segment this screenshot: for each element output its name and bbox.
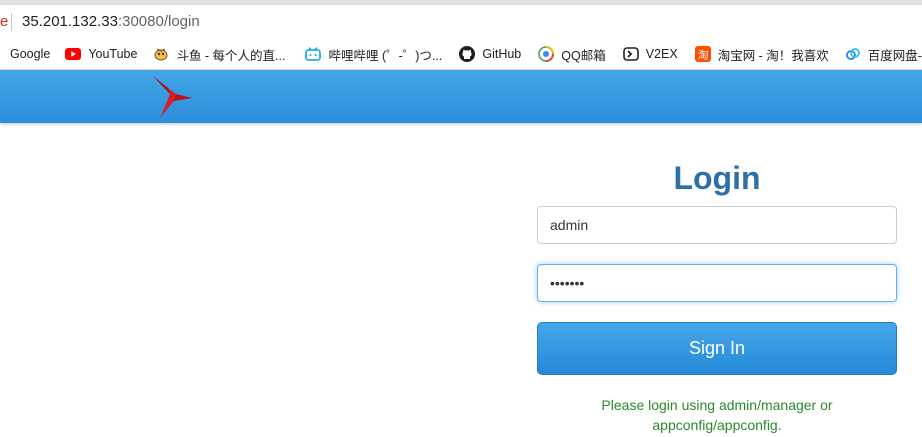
bookmark-bilibili[interactable]: 哔哩哔哩 (゜-゜)つ... xyxy=(305,39,443,69)
bookmark-google[interactable]: Google xyxy=(10,39,51,69)
baidu-pan-icon xyxy=(845,46,861,62)
security-indicator[interactable]: e xyxy=(0,13,8,30)
address-divider xyxy=(11,13,12,31)
taobao-icon: 淘 xyxy=(694,46,711,62)
bookmark-label: 斗鱼 - 每个人的直... xyxy=(176,48,286,63)
qqmail-icon xyxy=(538,46,555,62)
bookmark-label: 哔哩哔哩 (゜-゜)つ... xyxy=(328,48,443,63)
address-url[interactable]: 35.201.132.33:30080/login xyxy=(22,13,200,30)
bird-logo-icon[interactable] xyxy=(148,74,194,120)
bookmark-label: 百度网盘- xyxy=(867,48,922,63)
address-port-path: :30080/login xyxy=(117,13,200,30)
bookmark-qqmail[interactable]: QQ邮箱 xyxy=(538,39,606,69)
sign-in-button[interactable]: Sign In xyxy=(537,322,897,375)
douyu-icon xyxy=(153,46,169,62)
app-header xyxy=(0,70,922,123)
password-input[interactable]: ••••••• xyxy=(537,264,897,302)
bookmark-label: YouTube xyxy=(88,47,138,61)
login-title: Login xyxy=(673,160,761,196)
svg-text:淘: 淘 xyxy=(697,49,708,62)
username-input[interactable]: admin xyxy=(537,206,897,244)
youtube-icon xyxy=(65,46,82,62)
bookmark-douyu[interactable]: 斗鱼 - 每个人的直... xyxy=(153,39,286,69)
bookmark-github[interactable]: GitHub xyxy=(459,39,522,69)
bookmark-v2ex[interactable]: V2EX xyxy=(622,39,678,69)
bookmark-label: Google xyxy=(10,47,51,61)
bookmark-taobao[interactable]: 淘 淘宝网 - 淘！我喜欢 xyxy=(694,39,829,69)
bookmarks-bar: Google YouTube 斗鱼 - 每个人的直... 哔哩哔哩 (゜-゜)つ… xyxy=(0,39,922,70)
bookmark-label: QQ邮箱 xyxy=(561,48,606,63)
bookmark-label: 淘宝网 - 淘！我喜欢 xyxy=(717,48,829,63)
bilibili-icon xyxy=(305,46,322,62)
address-host: 35.201.132.33 xyxy=(22,13,118,30)
v2ex-icon xyxy=(622,46,639,62)
bookmark-label: V2EX xyxy=(645,47,678,61)
bookmark-youtube[interactable]: YouTube xyxy=(65,39,138,69)
address-bar[interactable]: e 35.201.132.33:30080/login xyxy=(0,5,922,39)
bookmark-label: GitHub xyxy=(482,47,522,61)
login-hint: Please login using admin/manager or appc… xyxy=(601,397,833,433)
bookmark-baidu-pan[interactable]: 百度网盘- xyxy=(845,39,922,69)
github-icon xyxy=(459,46,476,62)
